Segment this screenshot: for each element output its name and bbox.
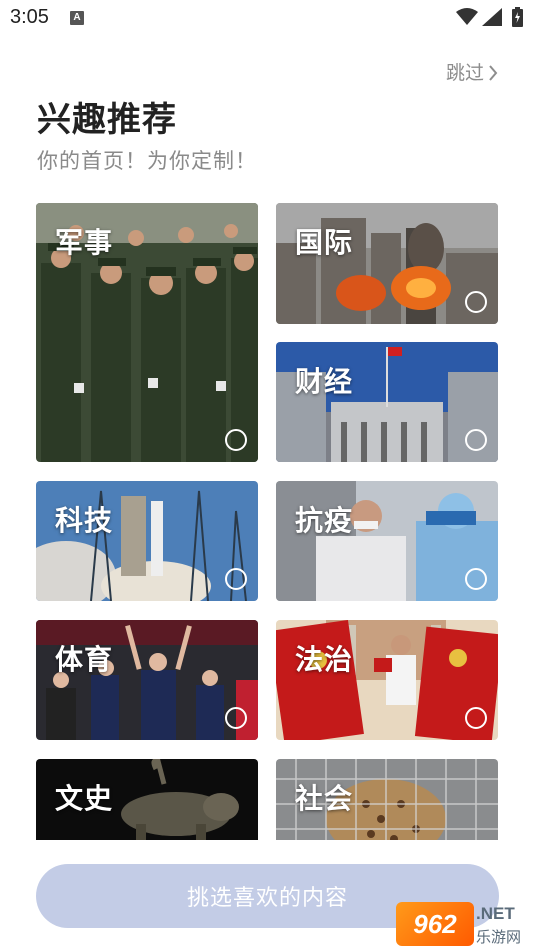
- category-tile-technology[interactable]: 科技: [36, 481, 258, 601]
- category-label: 文史: [55, 782, 114, 815]
- notification-icon: A: [70, 11, 84, 25]
- select-circle-icon[interactable]: [225, 568, 247, 590]
- category-label: 抗疫: [295, 504, 354, 537]
- category-tile-military[interactable]: 军事: [36, 203, 258, 462]
- signal-icon: [482, 8, 502, 26]
- category-tile-culture-history[interactable]: 文史: [36, 759, 258, 840]
- chevron-right-icon: [489, 64, 498, 81]
- skip-button[interactable]: 跳过: [446, 58, 498, 85]
- battery-icon: [512, 7, 523, 27]
- page-subtitle: 你的首页！为你定制！: [37, 149, 257, 173]
- page-title: 兴趣推荐: [37, 100, 177, 140]
- category-label: 社会: [295, 782, 354, 815]
- wifi-icon: [456, 8, 478, 25]
- select-circle-icon[interactable]: [465, 291, 487, 313]
- category-label: 财经: [295, 365, 354, 398]
- category-label: 国际: [295, 226, 354, 259]
- category-label: 法治: [295, 643, 354, 676]
- select-circle-icon[interactable]: [465, 568, 487, 590]
- category-tile-society[interactable]: 社会: [276, 759, 498, 840]
- watermark: 962 .NET 乐游网: [396, 902, 530, 948]
- category-tile-sports[interactable]: 体育: [36, 620, 258, 740]
- watermark-net: .NET: [476, 904, 515, 923]
- category-tile-international[interactable]: 国际: [276, 203, 498, 324]
- watermark-logo: 962: [396, 902, 474, 946]
- category-tile-finance[interactable]: 财经: [276, 342, 498, 462]
- select-circle-icon[interactable]: [465, 707, 487, 729]
- watermark-cn: 乐游网: [476, 928, 522, 946]
- category-label: 军事: [55, 226, 114, 259]
- select-circle-icon[interactable]: [225, 429, 247, 451]
- category-label: 科技: [55, 504, 114, 537]
- status-bar: 3:05 A: [0, 0, 535, 36]
- select-circle-icon[interactable]: [225, 707, 247, 729]
- category-tile-epidemic[interactable]: 抗疫: [276, 481, 498, 601]
- status-time: 3:05: [10, 6, 49, 28]
- skip-label: 跳过: [446, 62, 485, 84]
- category-tile-law[interactable]: 法治: [276, 620, 498, 740]
- category-label: 体育: [55, 643, 114, 676]
- select-circle-icon[interactable]: [465, 429, 487, 451]
